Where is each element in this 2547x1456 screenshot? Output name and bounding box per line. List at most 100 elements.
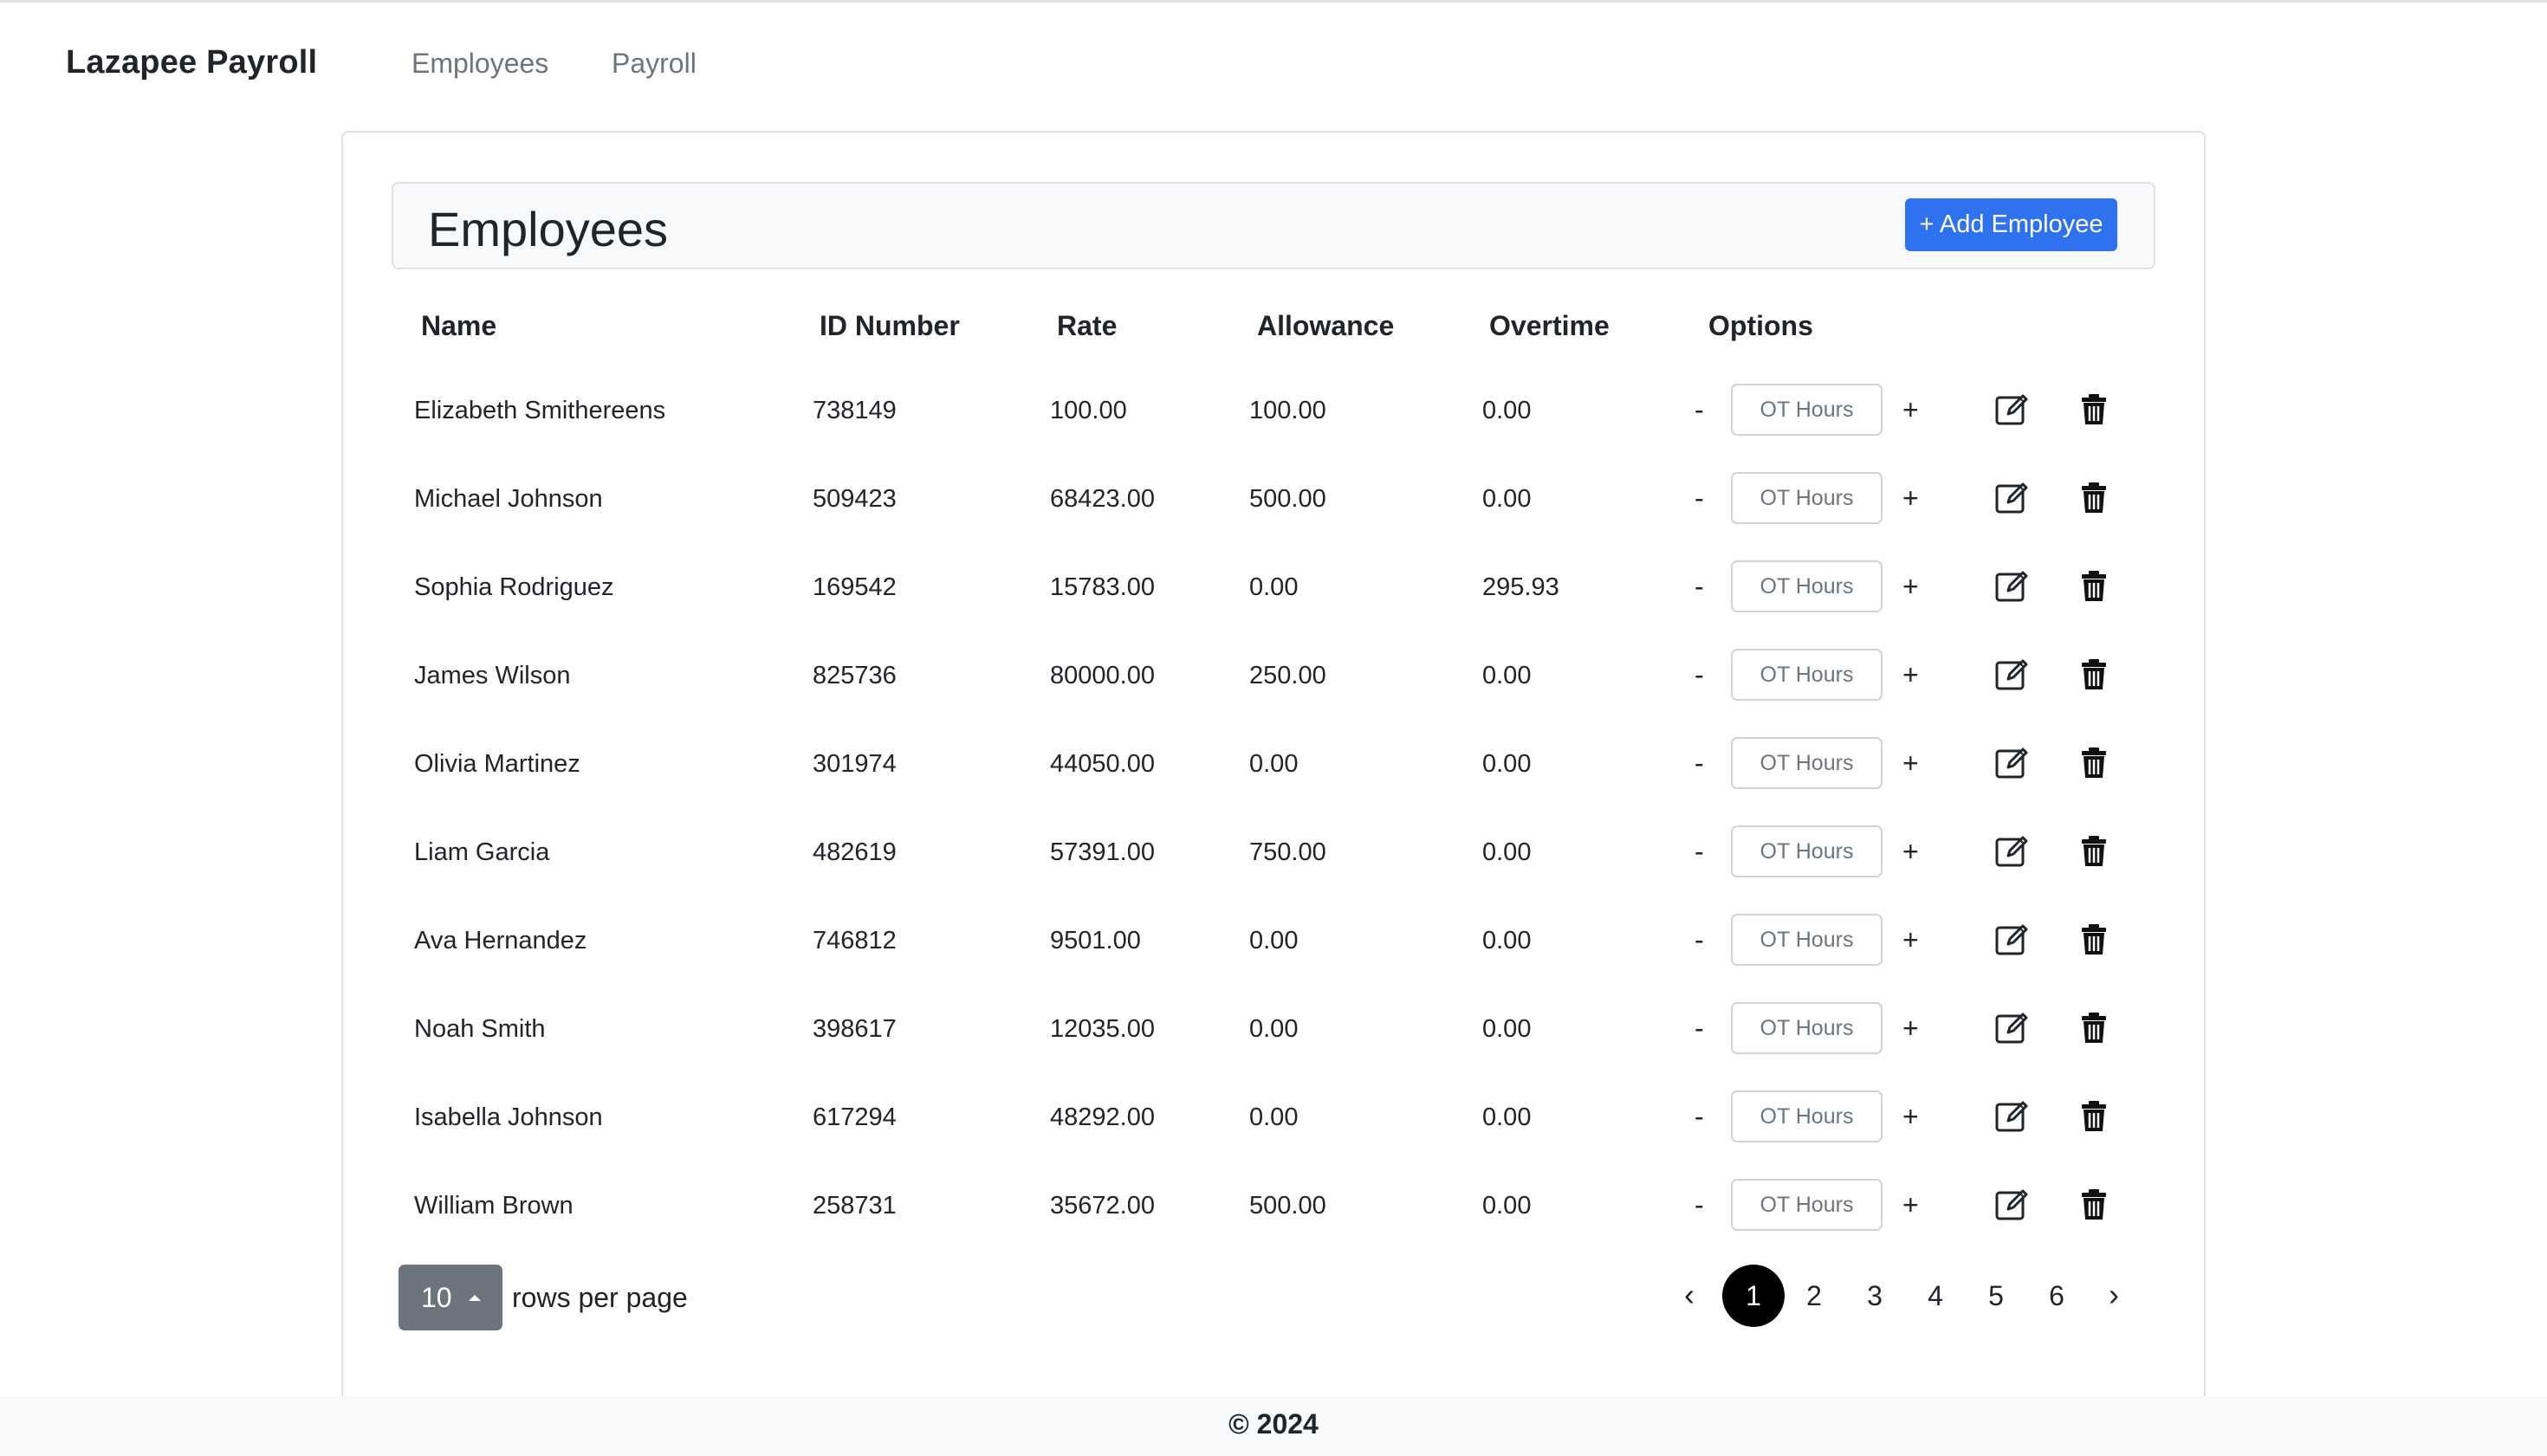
edit-icon[interactable] [1993, 921, 2030, 957]
brand-logo[interactable]: Lazapee Payroll [66, 44, 317, 81]
nav-link-employees[interactable]: Employees [412, 48, 548, 80]
ot-hours-input[interactable] [1731, 1002, 1883, 1054]
trash-icon[interactable] [2076, 391, 2112, 427]
cell-name: Noah Smith [414, 1015, 546, 1043]
cell-name: William Brown [414, 1192, 574, 1220]
cell-id-number: 398617 [813, 1015, 897, 1043]
increment-ot-button[interactable]: + [1902, 571, 1919, 603]
cell-rate: 100.00 [1050, 397, 1127, 424]
edit-icon[interactable] [1993, 1186, 2030, 1222]
ot-hours-input[interactable] [1731, 472, 1883, 524]
increment-ot-button[interactable]: + [1902, 836, 1919, 868]
table-row: Sophia Rodriguez 169542 15783.00 0.00 29… [343, 541, 2207, 630]
cell-rate: 15783.00 [1050, 573, 1155, 601]
ot-hours-input[interactable] [1731, 737, 1883, 789]
decrement-ot-button[interactable]: - [1695, 482, 1704, 514]
decrement-ot-button[interactable]: - [1695, 747, 1704, 780]
trash-icon[interactable] [2076, 744, 2112, 780]
edit-icon[interactable] [1993, 479, 2030, 515]
cell-overtime: 0.00 [1482, 662, 1532, 689]
increment-ot-button[interactable]: + [1902, 482, 1919, 514]
column-header-overtime: Overtime [1489, 310, 1610, 341]
cell-rate: 35672.00 [1050, 1192, 1155, 1220]
edit-icon[interactable] [1993, 391, 2030, 427]
edit-icon[interactable] [1993, 832, 2030, 869]
increment-ot-button[interactable]: + [1902, 394, 1919, 426]
increment-ot-button[interactable]: + [1902, 1189, 1919, 1221]
edit-icon[interactable] [1993, 656, 2030, 692]
decrement-ot-button[interactable]: - [1695, 659, 1704, 691]
trash-icon[interactable] [2076, 1097, 2112, 1134]
trash-icon[interactable] [2076, 832, 2112, 869]
add-employee-button[interactable]: + Add Employee [1905, 198, 2117, 251]
trash-icon[interactable] [2076, 567, 2112, 604]
decrement-ot-button[interactable]: - [1695, 1189, 1704, 1221]
edit-icon[interactable] [1993, 744, 2030, 780]
ot-hours-input[interactable] [1731, 649, 1883, 701]
decrement-ot-button[interactable]: - [1695, 924, 1704, 956]
pagination-page-1[interactable]: 1 [1722, 1265, 1785, 1327]
table-row: Isabella Johnson 617294 48292.00 0.00 0.… [343, 1071, 2207, 1160]
cell-rate: 9501.00 [1050, 927, 1141, 954]
ot-hours-input[interactable] [1731, 825, 1883, 877]
pagination-page-3[interactable]: 3 [1844, 1265, 1906, 1327]
increment-ot-button[interactable]: + [1902, 1013, 1919, 1045]
cell-id-number: 509423 [813, 485, 897, 513]
decrement-ot-button[interactable]: - [1695, 571, 1704, 603]
page-title: Employees [428, 202, 669, 256]
cell-overtime: 0.00 [1482, 750, 1532, 778]
caret-up-icon [469, 1295, 481, 1301]
trash-icon[interactable] [2076, 656, 2112, 692]
trash-icon[interactable] [2076, 479, 2112, 515]
cell-id-number: 169542 [813, 573, 897, 601]
table-row: Olivia Martinez 301974 44050.00 0.00 0.0… [343, 718, 2207, 806]
trash-icon[interactable] [2076, 1009, 2112, 1045]
cell-overtime: 0.00 [1482, 397, 1532, 424]
cell-id-number: 258731 [813, 1192, 897, 1220]
cell-id-number: 482619 [813, 838, 897, 866]
cell-allowance: 0.00 [1249, 1015, 1299, 1043]
cell-id-number: 617294 [813, 1103, 897, 1131]
table-row: Elizabeth Smithereens 738149 100.00 100.… [343, 365, 2207, 453]
cell-allowance: 100.00 [1249, 397, 1326, 424]
cell-overtime: 0.00 [1482, 838, 1532, 866]
pagination-next-button[interactable]: › [2097, 1265, 2131, 1327]
cell-name: Michael Johnson [414, 485, 603, 513]
cell-id-number: 746812 [813, 927, 897, 954]
ot-hours-input[interactable] [1731, 914, 1883, 966]
cell-allowance: 250.00 [1249, 662, 1326, 689]
decrement-ot-button[interactable]: - [1695, 1101, 1704, 1133]
pagination-page-5[interactable]: 5 [1965, 1265, 2027, 1327]
trash-icon[interactable] [2076, 921, 2112, 957]
pagination-page-6[interactable]: 6 [2025, 1265, 2088, 1327]
decrement-ot-button[interactable]: - [1695, 836, 1704, 868]
pagination-page-2[interactable]: 2 [1783, 1265, 1845, 1327]
rows-per-page-select[interactable]: 10 [399, 1265, 502, 1330]
cell-rate: 57391.00 [1050, 838, 1155, 866]
increment-ot-button[interactable]: + [1902, 659, 1919, 691]
cell-id-number: 738149 [813, 397, 897, 424]
nav-link-payroll[interactable]: Payroll [612, 48, 697, 80]
decrement-ot-button[interactable]: - [1695, 1013, 1704, 1045]
pagination-prev-button[interactable]: ‹ [1672, 1265, 1707, 1327]
cell-allowance: 0.00 [1249, 573, 1299, 601]
increment-ot-button[interactable]: + [1902, 747, 1919, 780]
table-row: William Brown 258731 35672.00 500.00 0.0… [343, 1160, 2207, 1248]
ot-hours-input[interactable] [1731, 1090, 1883, 1142]
increment-ot-button[interactable]: + [1902, 1101, 1919, 1133]
table-row: Michael Johnson 509423 68423.00 500.00 0… [343, 453, 2207, 541]
cell-rate: 68423.00 [1050, 485, 1155, 513]
ot-hours-input[interactable] [1731, 1179, 1883, 1231]
column-header-name: Name [421, 310, 497, 341]
pagination-page-4[interactable]: 4 [1904, 1265, 1967, 1327]
edit-icon[interactable] [1993, 1097, 2030, 1134]
ot-hours-input[interactable] [1731, 560, 1883, 612]
decrement-ot-button[interactable]: - [1695, 394, 1704, 426]
edit-icon[interactable] [1993, 1009, 2030, 1045]
increment-ot-button[interactable]: + [1902, 924, 1919, 956]
edit-icon[interactable] [1993, 567, 2030, 604]
rows-per-page-label: rows per page [512, 1282, 688, 1313]
ot-hours-input[interactable] [1731, 384, 1883, 436]
trash-icon[interactable] [2076, 1186, 2112, 1222]
cell-rate: 44050.00 [1050, 750, 1155, 778]
